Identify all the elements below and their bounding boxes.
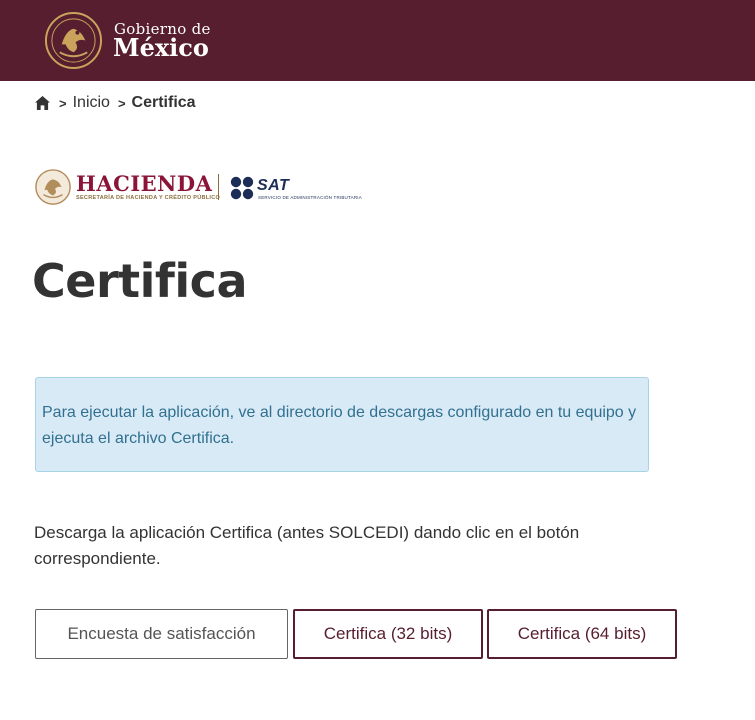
- hacienda-sat-logos: HACIENDA SECRETARÍA DE HACIENDA Y CRÉDIT…: [34, 168, 362, 208]
- breadcrumb: > Inicio > Certifica: [35, 92, 196, 114]
- chevron-right-icon: >: [59, 95, 67, 111]
- breadcrumb-item-inicio[interactable]: Inicio: [73, 94, 110, 112]
- sat-subtitle: SERVICIO DE ADMINISTRACIÓN TRIBUTARIA: [258, 195, 362, 200]
- sat-logo-text: SAT: [257, 177, 290, 194]
- download-description: Descarga la aplicación Certifica (antes …: [34, 523, 580, 568]
- hacienda-seal-icon: [35, 169, 71, 205]
- info-alert-text: Para ejecutar la aplicación, ve al direc…: [42, 404, 637, 447]
- download-32bit-button[interactable]: Certifica (32 bits): [293, 609, 483, 659]
- info-alert: Para ejecutar la aplicación, ve al direc…: [35, 377, 649, 472]
- page-title: Certifica: [32, 254, 248, 308]
- logo-divider: [218, 174, 219, 200]
- sat-logo-icon: [230, 176, 254, 200]
- chevron-right-icon: >: [117, 95, 126, 111]
- survey-button[interactable]: Encuesta de satisfacción: [35, 609, 288, 659]
- mexico-text[interactable]: México: [113, 33, 209, 62]
- hacienda-subtitle: SECRETARÍA DE HACIENDA Y CRÉDITO PÚBLICO: [76, 195, 221, 201]
- mexico-coat-of-arms-icon[interactable]: [44, 11, 103, 70]
- hacienda-logo-text: HACIENDA: [76, 171, 213, 196]
- home-icon[interactable]: [35, 96, 50, 110]
- download-64bit-button[interactable]: Certifica (64 bits): [487, 609, 677, 659]
- top-header-bar: Gobierno de México: [0, 0, 755, 81]
- breadcrumb-item-current: Certifica: [131, 94, 196, 111]
